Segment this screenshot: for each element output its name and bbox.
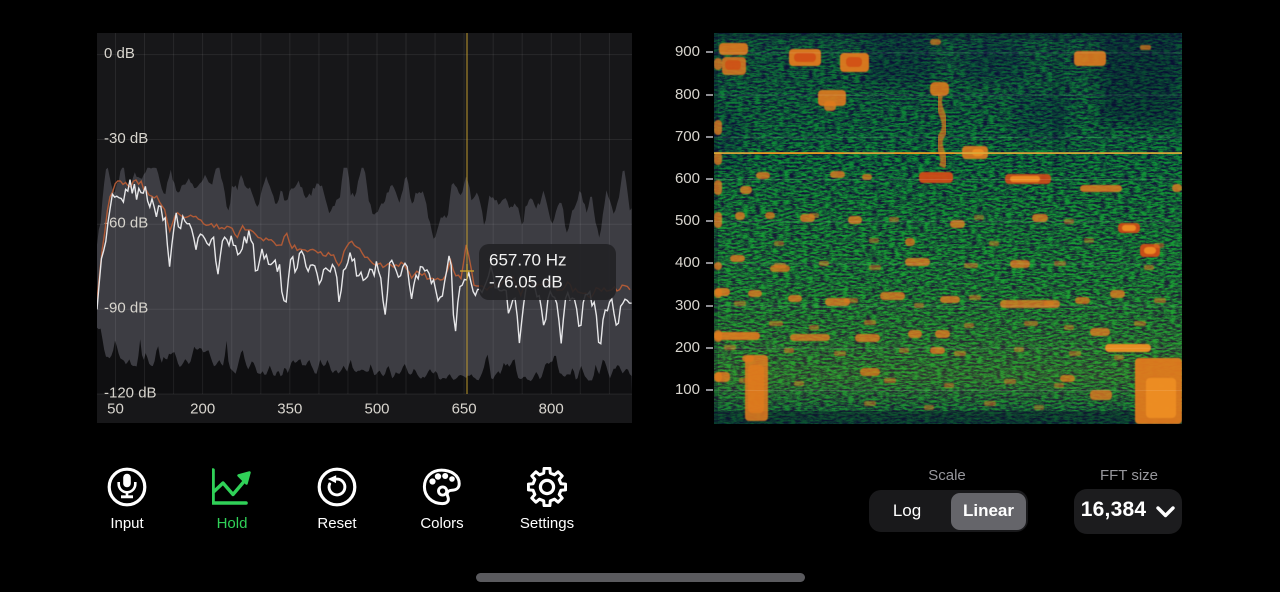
svg-text:-30 dB: -30 dB [104,130,148,147]
svg-text:-76.05 dB: -76.05 dB [489,273,563,292]
svg-text:500: 500 [364,401,389,418]
svg-text:200: 200 [190,401,215,418]
svg-text:-90 dB: -90 dB [104,300,148,317]
svg-text:657.70 Hz: 657.70 Hz [489,251,567,270]
svg-text:650: 650 [452,401,477,418]
svg-text:-120 dB: -120 dB [104,384,157,401]
svg-text:0 dB: 0 dB [104,45,135,62]
svg-text:800: 800 [539,401,564,418]
svg-text:350: 350 [277,401,302,418]
svg-text:50: 50 [107,401,124,418]
svg-text:-60 dB: -60 dB [104,215,148,232]
